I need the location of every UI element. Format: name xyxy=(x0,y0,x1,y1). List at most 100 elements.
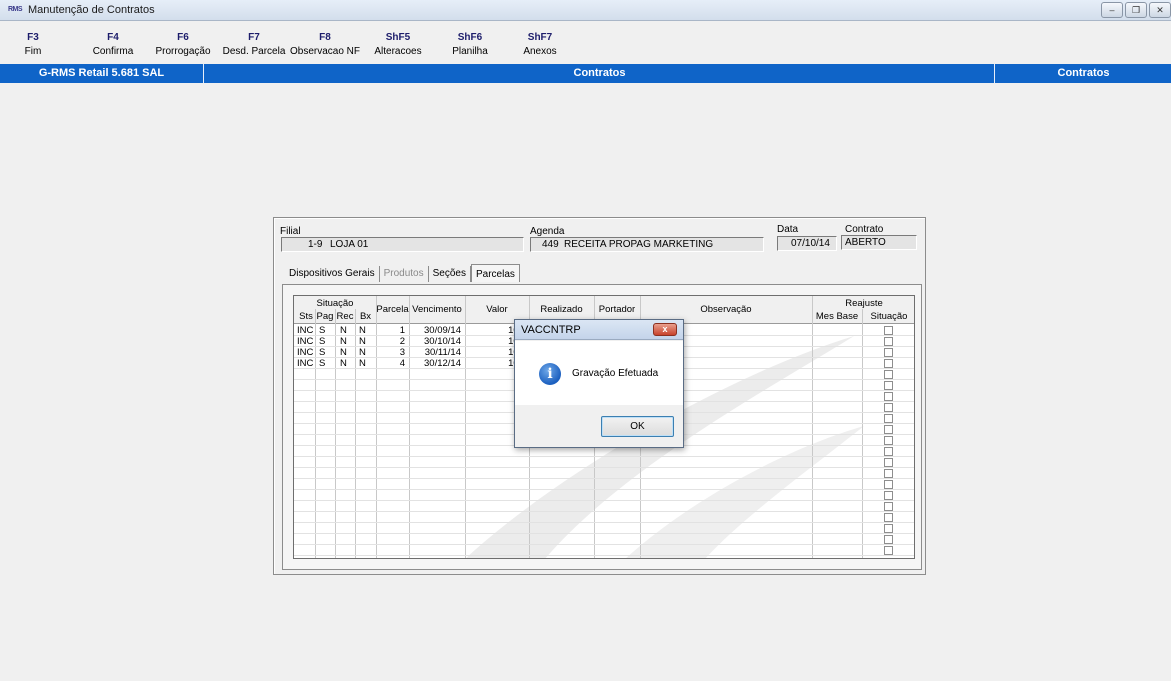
tab-strip: Dispositivos Gerais Produtos Seções Parc… xyxy=(285,264,520,282)
row-divider xyxy=(294,500,914,501)
fkey-label: Planilha xyxy=(452,46,488,57)
cell-rec: N xyxy=(340,347,347,358)
row-divider xyxy=(294,478,914,479)
reajuste-situacao-checkbox[interactable] xyxy=(884,469,893,478)
status-bar: G-RMS Retail 5.681 SAL Contratos Contrat… xyxy=(0,64,1171,83)
row-divider xyxy=(294,522,914,523)
cell-pag: S xyxy=(319,336,326,347)
restore-button[interactable]: ❐ xyxy=(1125,2,1147,18)
filial-label: Filial xyxy=(280,226,301,237)
reajuste-situacao-checkbox[interactable] xyxy=(884,513,893,522)
cell-vencimento: 30/09/14 xyxy=(424,325,461,336)
cell-pag: S xyxy=(319,347,326,358)
reajuste-situacao-checkbox[interactable] xyxy=(884,403,893,412)
fkey-key: ShF5 xyxy=(385,32,411,43)
status-version: G-RMS Retail 5.681 SAL xyxy=(0,64,204,83)
reajuste-situacao-checkbox[interactable] xyxy=(884,458,893,467)
ok-button[interactable]: OK xyxy=(601,416,674,437)
group-reajuste-header: Reajuste xyxy=(845,298,883,309)
info-icon: i xyxy=(539,363,561,385)
reajuste-situacao-checkbox[interactable] xyxy=(884,392,893,401)
reajuste-situacao-checkbox[interactable] xyxy=(884,425,893,434)
reajuste-situacao-checkbox[interactable] xyxy=(884,524,893,533)
fkey-key: ShF7 xyxy=(527,32,553,43)
dialog-title: VACCNTRP xyxy=(521,324,581,336)
fkey-desd-parcela-button[interactable]: F7 Desd. Parcela xyxy=(223,32,286,57)
tab-dispositivos-gerais[interactable]: Dispositivos Gerais xyxy=(285,266,380,282)
filial-field[interactable]: 1-9 LOJA 01 xyxy=(281,237,524,252)
fkey-alteracoes-button[interactable]: ShF5 Alteracoes xyxy=(374,32,421,57)
reajuste-situacao-checkbox[interactable] xyxy=(884,326,893,335)
contrato-label: Contrato xyxy=(845,224,884,235)
window-controls: – ❐ ✕ xyxy=(1101,2,1171,18)
col-sts-header: Sts xyxy=(299,311,313,322)
fkey-prorrogacao-button[interactable]: F6 Prorrogação xyxy=(155,32,210,57)
fkey-confirma-button[interactable]: F4 Confirma xyxy=(93,32,134,57)
dialog-title-bar[interactable]: VACCNTRP x xyxy=(515,320,683,340)
fkey-key: F4 xyxy=(107,32,119,43)
fkey-label: Observacao NF xyxy=(289,46,361,57)
data-field[interactable]: 07/10/14 xyxy=(777,236,837,251)
col-portador-header: Portador xyxy=(598,304,636,315)
reajuste-situacao-checkbox[interactable] xyxy=(884,502,893,511)
filial-code: 1-9 xyxy=(308,239,323,250)
row-divider xyxy=(294,467,914,468)
cell-bx: N xyxy=(359,336,366,347)
cell-sts: INC xyxy=(297,325,314,336)
cell-parcela: 1 xyxy=(399,325,405,336)
reajuste-situacao-checkbox[interactable] xyxy=(884,546,893,555)
group-situacao-header: Situação xyxy=(316,298,354,309)
dialog-body: i Gravação Efetuada xyxy=(515,341,683,405)
cell-pag: S xyxy=(319,325,326,336)
window-title: Manutenção de Contratos xyxy=(28,4,155,16)
reajuste-situacao-checkbox[interactable] xyxy=(884,414,893,423)
minimize-button[interactable]: – xyxy=(1101,2,1123,18)
reajuste-situacao-checkbox[interactable] xyxy=(884,480,893,489)
reajuste-situacao-checkbox[interactable] xyxy=(884,436,893,445)
fkey-key: F8 xyxy=(319,32,331,43)
function-key-bar: F3 Fim F4 Confirma F6 Prorrogação F7 Des… xyxy=(0,22,1171,62)
agenda-label: Agenda xyxy=(530,226,565,237)
cell-sts: INC xyxy=(297,336,314,347)
reajuste-situacao-checkbox[interactable] xyxy=(884,491,893,500)
cell-rec: N xyxy=(340,336,347,347)
tab-produtos[interactable]: Produtos xyxy=(380,266,429,282)
cell-bx: N xyxy=(359,358,366,369)
reajuste-situacao-checkbox[interactable] xyxy=(884,337,893,346)
col-observacao-header: Observação xyxy=(700,304,752,315)
tab-parcelas[interactable]: Parcelas xyxy=(470,264,520,282)
fkey-fim-button[interactable]: F3 Fim xyxy=(25,32,42,57)
reajuste-situacao-checkbox[interactable] xyxy=(884,370,893,379)
contrato-field[interactable]: ABERTO xyxy=(841,235,917,250)
fkey-key: F7 xyxy=(248,32,260,43)
fkey-observacao-nf-button[interactable]: F8 Observacao NF xyxy=(290,32,360,57)
tab-secoes[interactable]: Seções xyxy=(429,266,471,282)
close-window-button[interactable]: ✕ xyxy=(1149,2,1171,18)
app-logo: RMS xyxy=(8,6,23,13)
fkey-label: Alteracoes xyxy=(374,46,422,57)
fkey-key: ShF6 xyxy=(457,32,483,43)
fkey-label: Prorrogação xyxy=(155,46,211,57)
dialog-close-button[interactable]: x xyxy=(653,323,677,336)
fkey-label: Fim xyxy=(24,46,42,57)
row-divider xyxy=(294,555,914,556)
fkey-key: F3 xyxy=(27,32,39,43)
fkey-anexos-button[interactable]: ShF7 Anexos xyxy=(523,32,556,57)
cell-sts: INC xyxy=(297,358,314,369)
status-screen: Contratos xyxy=(1057,67,1110,79)
reajuste-situacao-checkbox[interactable] xyxy=(884,535,893,544)
cell-vencimento: 30/12/14 xyxy=(424,358,461,369)
row-divider xyxy=(294,511,914,512)
cell-pag: S xyxy=(319,358,326,369)
reajuste-situacao-checkbox[interactable] xyxy=(884,359,893,368)
col-valor-header: Valor xyxy=(486,304,508,315)
reajuste-situacao-checkbox[interactable] xyxy=(884,348,893,357)
fkey-planilha-button[interactable]: ShF6 Planilha xyxy=(452,32,488,57)
reajuste-situacao-checkbox[interactable] xyxy=(884,381,893,390)
reajuste-situacao-checkbox[interactable] xyxy=(884,447,893,456)
fkey-label: Anexos xyxy=(523,46,557,57)
col-mes-base-header: Mes Base xyxy=(815,311,859,322)
col-rec-header: Rec xyxy=(336,311,354,322)
agenda-name: RECEITA PROPAG MARKETING xyxy=(564,239,714,250)
agenda-field[interactable]: 449 RECEITA PROPAG MARKETING xyxy=(530,237,764,252)
